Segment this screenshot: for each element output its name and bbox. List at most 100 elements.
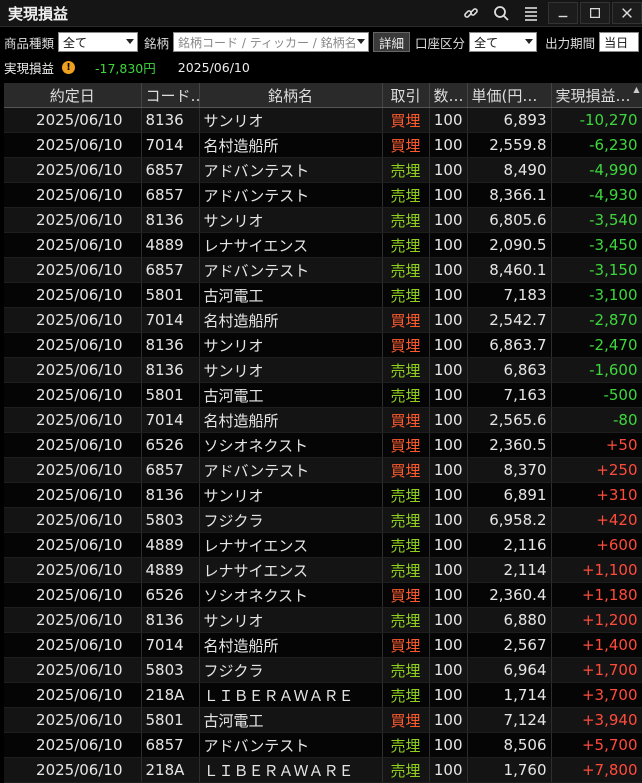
account-type-select[interactable]: 全て: [469, 32, 538, 52]
stock-search-input[interactable]: 銘柄コード / ティッカー / 銘柄名: [173, 32, 370, 52]
col-header-pl[interactable]: 実現損益… ▲: [551, 83, 642, 108]
cell-side: 買埋: [382, 582, 430, 608]
cell-name: アドバンテスト: [199, 182, 383, 208]
cell-side: 買埋: [382, 407, 430, 433]
cell-price: 2,565.6: [467, 407, 552, 433]
cell-date: 2025/06/10: [4, 532, 142, 558]
link-icon[interactable]: [456, 0, 486, 26]
cell-code: 5803: [141, 507, 200, 533]
col-header-side[interactable]: 取引: [382, 83, 430, 108]
cell-qty: 100: [429, 432, 468, 458]
table-row[interactable]: 2025/06/10 5801 古河電工 売埋 100 7,183 -3,100: [4, 282, 642, 308]
table-row[interactable]: 2025/06/10 6857 アドバンテスト 売埋 100 8,490 -4,990: [4, 157, 642, 183]
table-row[interactable]: 2025/06/10 6526 ソシオネクスト 買埋 100 2,360.4 +1,180: [4, 582, 642, 608]
cell-qty: 100: [429, 457, 468, 483]
filter-bar: 商品種類 全て 銘柄 銘柄コード / ティッカー / 銘柄名 詳細 口座区分 全…: [0, 30, 642, 54]
cell-code: 5801: [141, 282, 200, 308]
cell-pl: -80: [551, 407, 642, 433]
maximize-icon[interactable]: [580, 2, 610, 24]
col-header-date[interactable]: 約定日: [4, 83, 142, 108]
table-row[interactable]: 2025/06/10 8136 サンリオ 売埋 100 6,891 +310: [4, 482, 642, 508]
table-row[interactable]: 2025/06/10 7014 名村造船所 買埋 100 2,559.8 -6,230: [4, 132, 642, 158]
detail-button[interactable]: 詳細: [373, 32, 411, 52]
product-type-select[interactable]: 全て: [58, 32, 139, 52]
cell-date: 2025/06/10: [4, 732, 142, 758]
cell-qty: 100: [429, 707, 468, 733]
search-icon[interactable]: [486, 0, 516, 26]
table-row[interactable]: 2025/06/10 8136 サンリオ 売埋 100 6,805.6 -3,540: [4, 207, 642, 233]
table-row[interactable]: 2025/06/10 218A ＬＩＢＥＲＡＷＡＲＥ 売埋 100 1,714 +3,700: [4, 682, 642, 708]
table-row[interactable]: 2025/06/10 8136 サンリオ 買埋 100 6,893 -10,270: [4, 107, 642, 133]
col-header-price[interactable]: 単価(円…: [467, 83, 552, 108]
period-value: 当日: [604, 35, 629, 50]
cell-side: 売埋: [382, 357, 430, 383]
table-row[interactable]: 2025/06/10 7014 名村造船所 買埋 100 2,567 +1,400: [4, 632, 642, 658]
cell-qty: 100: [429, 682, 468, 708]
close-icon[interactable]: [612, 2, 642, 24]
table-row[interactable]: 2025/06/10 6857 アドバンテスト 買埋 100 8,370 +250: [4, 457, 642, 483]
table-row[interactable]: 2025/06/10 6857 アドバンテスト 売埋 100 8,460.1 -3,150: [4, 257, 642, 283]
col-header-qty[interactable]: 数…: [429, 83, 468, 108]
menu-icon[interactable]: [516, 0, 546, 26]
table-row[interactable]: 2025/06/10 4889 レナサイエンス 売埋 100 2,090.5 -3,450: [4, 232, 642, 258]
cell-pl: +420: [551, 507, 642, 533]
cell-name: フジクラ: [199, 507, 383, 533]
cell-date: 2025/06/10: [4, 632, 142, 658]
cell-name: 古河電工: [199, 282, 383, 308]
cell-pl: -4,930: [551, 182, 642, 208]
table-row[interactable]: 2025/06/10 5801 古河電工 買埋 100 7,124 +3,940: [4, 707, 642, 733]
col-header-code[interactable]: コード…: [141, 83, 200, 108]
cell-date: 2025/06/10: [4, 207, 142, 233]
cell-price: 6,891: [467, 482, 552, 508]
cell-pl: -6,230: [551, 132, 642, 158]
summary-label: 実現損益: [4, 60, 55, 76]
table-row[interactable]: 2025/06/10 218A ＬＩＢＥＲＡＷＡＲＥ 売埋 100 1,760 +7,800: [4, 757, 642, 783]
col-header-name[interactable]: 銘柄名: [199, 83, 383, 108]
account-type-value: 全て: [474, 35, 499, 50]
cell-qty: 100: [429, 557, 468, 583]
cell-price: 2,114: [467, 557, 552, 583]
table-row[interactable]: 2025/06/10 6857 アドバンテスト 売埋 100 8,506 +5,700: [4, 732, 642, 758]
cell-qty: 100: [429, 607, 468, 633]
cell-date: 2025/06/10: [4, 607, 142, 633]
table-row[interactable]: 2025/06/10 4889 レナサイエンス 売埋 100 2,114 +1,100: [4, 557, 642, 583]
table-row[interactable]: 2025/06/10 7014 名村造船所 買埋 100 2,565.6 -80: [4, 407, 642, 433]
table-row[interactable]: 2025/06/10 8136 サンリオ 売埋 100 6,863 -1,600: [4, 357, 642, 383]
table-row[interactable]: 2025/06/10 5801 古河電工 売埋 100 7,163 -500: [4, 382, 642, 408]
minimize-icon[interactable]: [548, 2, 578, 24]
cell-name: サンリオ: [199, 357, 383, 383]
chevron-down-icon: [126, 39, 135, 44]
cell-code: 8136: [141, 107, 200, 133]
table-row[interactable]: 2025/06/10 6526 ソシオネクスト 買埋 100 2,360.5 +50: [4, 432, 642, 458]
cell-pl: -3,100: [551, 282, 642, 308]
cell-pl: -4,990: [551, 157, 642, 183]
cell-code: 218A: [141, 757, 200, 783]
warning-icon[interactable]: !: [62, 60, 76, 74]
table-row[interactable]: 2025/06/10 8136 サンリオ 買埋 100 6,863.7 -2,470: [4, 332, 642, 358]
cell-price: 2,360.4: [467, 582, 552, 608]
cell-name: レナサイエンス: [199, 232, 383, 258]
cell-qty: 100: [429, 532, 468, 558]
table-row[interactable]: 2025/06/10 7014 名村造船所 買埋 100 2,542.7 -2,870: [4, 307, 642, 333]
cell-pl: +50: [551, 432, 642, 458]
table-row[interactable]: 2025/06/10 4889 レナサイエンス 売埋 100 2,116 +600: [4, 532, 642, 558]
cell-code: 6526: [141, 432, 200, 458]
cell-side: 売埋: [382, 532, 430, 558]
period-select[interactable]: 当日: [599, 32, 640, 52]
cell-date: 2025/06/10: [4, 282, 142, 308]
table-row[interactable]: 2025/06/10 8136 サンリオ 売埋 100 6,880 +1,200: [4, 607, 642, 633]
cell-code: 4889: [141, 532, 200, 558]
cell-name: 名村造船所: [199, 307, 383, 333]
table-row[interactable]: 2025/06/10 6857 アドバンテスト 売埋 100 8,366.1 -4,930: [4, 182, 642, 208]
table-row[interactable]: 2025/06/10 5803 フジクラ 売埋 100 6,958.2 +420: [4, 507, 642, 533]
cell-pl: -500: [551, 382, 642, 408]
cell-price: 6,958.2: [467, 507, 552, 533]
cell-date: 2025/06/10: [4, 232, 142, 258]
cell-date: 2025/06/10: [4, 482, 142, 508]
cell-date: 2025/06/10: [4, 707, 142, 733]
cell-pl: -1,600: [551, 357, 642, 383]
period-label: 出力期間: [545, 35, 596, 51]
cell-side: 買埋: [382, 332, 430, 358]
table-row[interactable]: 2025/06/10 5803 フジクラ 売埋 100 6,964 +1,700: [4, 657, 642, 683]
cell-side: 買埋: [382, 632, 430, 658]
